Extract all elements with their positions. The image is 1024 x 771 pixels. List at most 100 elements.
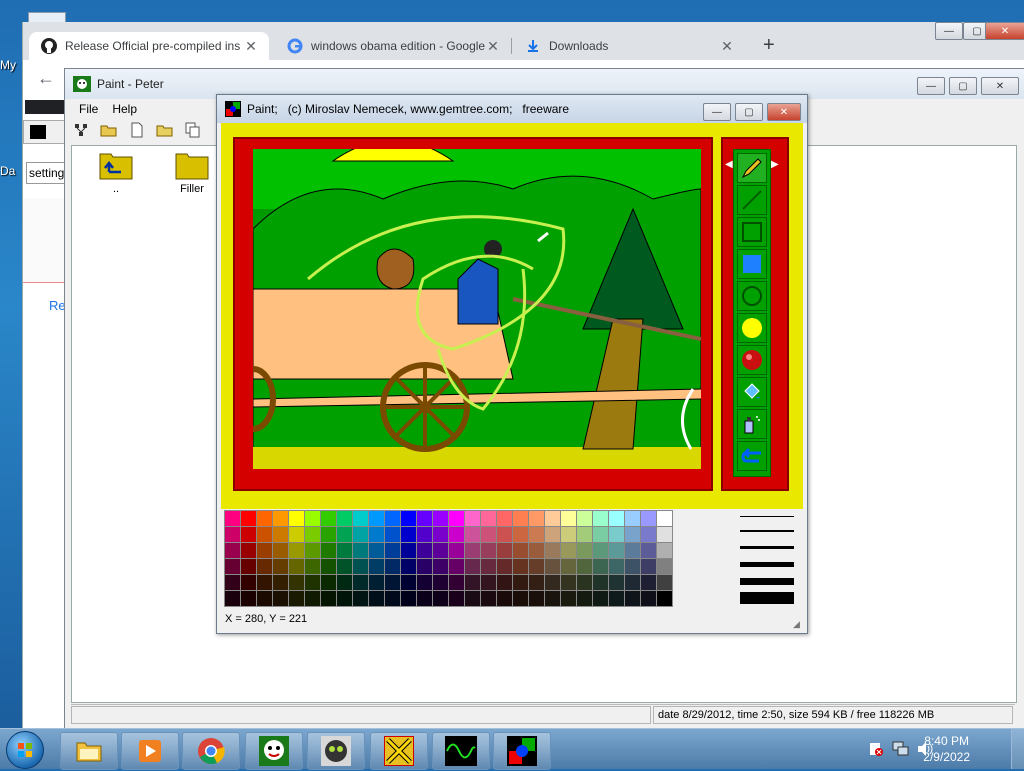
palette-swatch[interactable] [384, 558, 401, 575]
palette-swatch[interactable] [480, 558, 497, 575]
line-width-3[interactable] [740, 546, 794, 549]
palette-swatch[interactable] [368, 510, 385, 527]
palette-swatch[interactable] [640, 590, 657, 607]
palette-swatch[interactable] [304, 542, 321, 559]
paint-maximize-button[interactable]: ▢ [735, 103, 763, 121]
palette-swatch[interactable] [592, 526, 609, 543]
taskbar-paint[interactable] [493, 732, 551, 770]
palette-swatch[interactable] [432, 526, 449, 543]
new-tab-button[interactable]: + [763, 34, 775, 57]
palette-swatch[interactable] [224, 542, 241, 559]
palette-swatch[interactable] [272, 574, 289, 591]
palette-swatch[interactable] [464, 558, 481, 575]
palette-swatch[interactable] [336, 510, 353, 527]
palette-swatch[interactable] [464, 574, 481, 591]
tab-google-search[interactable]: windows obama edition - Google ✕ [275, 32, 511, 60]
palette-swatch[interactable] [496, 542, 513, 559]
palette-swatch[interactable] [304, 590, 321, 607]
palette-swatch[interactable] [608, 574, 625, 591]
palette-swatch[interactable] [240, 574, 257, 591]
palette-swatch[interactable] [416, 510, 433, 527]
line-tool[interactable] [737, 185, 767, 215]
taskbar-peter[interactable] [245, 732, 303, 770]
palette-swatch[interactable] [448, 590, 465, 607]
undo-tool[interactable] [737, 441, 767, 471]
palette-swatch[interactable] [288, 574, 305, 591]
line-width-5[interactable] [740, 578, 794, 585]
start-button[interactable] [6, 731, 44, 769]
palette-swatch[interactable] [368, 542, 385, 559]
palette-swatch[interactable] [256, 558, 273, 575]
palette-swatch[interactable] [528, 558, 545, 575]
palette-swatch[interactable] [560, 590, 577, 607]
palette-swatch[interactable] [512, 590, 529, 607]
palette-swatch[interactable] [528, 590, 545, 607]
palette-swatch[interactable] [496, 558, 513, 575]
back-arrow-icon[interactable]: ← [37, 68, 55, 89]
palette-swatch[interactable] [480, 510, 497, 527]
pencil-tool[interactable] [737, 153, 767, 183]
palette-swatch[interactable] [352, 574, 369, 591]
palette-swatch[interactable] [528, 542, 545, 559]
palette-swatch[interactable] [560, 542, 577, 559]
palette-swatch[interactable] [512, 526, 529, 543]
palette-swatch[interactable] [304, 558, 321, 575]
palette-swatch[interactable] [576, 574, 593, 591]
peter-minimize-button[interactable]: — [917, 77, 945, 95]
palette-swatch[interactable] [464, 590, 481, 607]
palette-swatch[interactable] [656, 558, 673, 575]
palette-swatch[interactable] [576, 510, 593, 527]
palette-swatch[interactable] [352, 558, 369, 575]
palette-swatch[interactable] [320, 590, 337, 607]
palette-swatch[interactable] [448, 542, 465, 559]
palette-swatch[interactable] [624, 510, 641, 527]
line-width-6[interactable] [740, 592, 794, 604]
copy-icon[interactable] [183, 121, 203, 139]
palette-swatch[interactable] [336, 574, 353, 591]
palette-swatch[interactable] [384, 510, 401, 527]
taskbar-chrome[interactable] [182, 732, 240, 770]
palette-swatch[interactable] [432, 558, 449, 575]
taskbar-alien-app[interactable] [307, 732, 365, 770]
taskbar-clock[interactable]: 8:40 PM 2/9/2022 [923, 733, 970, 765]
palette-swatch[interactable] [432, 542, 449, 559]
spray-tool[interactable] [737, 409, 767, 439]
palette-swatch[interactable] [432, 510, 449, 527]
palette-swatch[interactable] [336, 526, 353, 543]
palette-swatch[interactable] [240, 558, 257, 575]
palette-swatch[interactable] [384, 526, 401, 543]
palette-swatch[interactable] [416, 542, 433, 559]
palette-swatch[interactable] [352, 526, 369, 543]
palette-swatch[interactable] [448, 510, 465, 527]
palette-swatch[interactable] [544, 558, 561, 575]
tab-close-icon[interactable]: ✕ [243, 38, 259, 55]
fill-tool[interactable] [737, 377, 767, 407]
filled-ellipse-tool[interactable] [737, 313, 767, 343]
palette-swatch[interactable] [400, 558, 417, 575]
palette-swatch[interactable] [496, 574, 513, 591]
palette-swatch[interactable] [448, 526, 465, 543]
show-desktop-button[interactable] [1011, 729, 1024, 769]
palette-swatch[interactable] [416, 558, 433, 575]
palette-swatch[interactable] [240, 590, 257, 607]
palette-swatch[interactable] [464, 526, 481, 543]
tab-downloads[interactable]: Downloads ✕ [513, 32, 745, 60]
palette-swatch[interactable] [400, 542, 417, 559]
palette-swatch[interactable] [320, 526, 337, 543]
palette-swatch[interactable] [272, 510, 289, 527]
palette-swatch[interactable] [544, 542, 561, 559]
palette-swatch[interactable] [608, 558, 625, 575]
line-width-selector[interactable] [737, 510, 797, 606]
palette-swatch[interactable] [592, 558, 609, 575]
palette-swatch[interactable] [272, 590, 289, 607]
palette-swatch[interactable] [608, 542, 625, 559]
sphere-tool[interactable] [737, 345, 767, 375]
palette-swatch[interactable] [336, 558, 353, 575]
palette-swatch[interactable] [576, 526, 593, 543]
desktop-label-my[interactable]: My [0, 58, 16, 72]
palette-swatch[interactable] [256, 510, 273, 527]
palette-swatch[interactable] [320, 558, 337, 575]
palette-swatch[interactable] [336, 542, 353, 559]
palette-swatch[interactable] [336, 590, 353, 607]
palette-swatch[interactable] [352, 510, 369, 527]
